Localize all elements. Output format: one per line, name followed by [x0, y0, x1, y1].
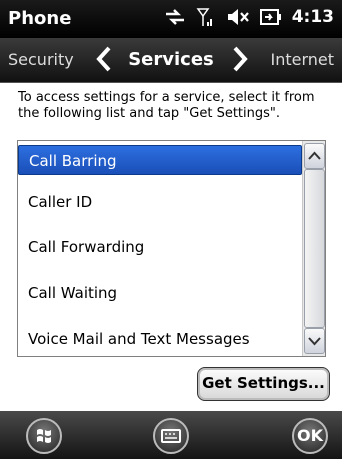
data-arrows-icon [164, 8, 186, 26]
scroll-down-button[interactable] [304, 328, 325, 354]
ok-button[interactable]: OK [292, 418, 328, 454]
status-bar: Phone 4:13 [0, 0, 342, 38]
list-item-voice-mail[interactable]: Voice Mail and Text Messages [18, 324, 302, 354]
services-list[interactable]: Call Barring Caller ID Call Forwarding C… [17, 140, 326, 357]
list-item-call-barring[interactable]: Call Barring [18, 145, 302, 175]
list-item-caller-id[interactable]: Caller ID [18, 187, 302, 217]
scroll-up-button[interactable] [304, 143, 325, 169]
chevron-right-icon[interactable] [232, 46, 248, 76]
windows-flag-icon[interactable] [26, 418, 62, 454]
clock[interactable]: 4:13 [292, 7, 334, 27]
instruction-text: To access settings for a service, select… [18, 90, 315, 121]
get-settings-button[interactable]: Get Settings... [197, 367, 330, 401]
speaker-muted-icon[interactable] [226, 7, 250, 27]
list-item-call-forwarding[interactable]: Call Forwarding [18, 232, 302, 262]
signal-icon [196, 7, 216, 27]
tab-internet[interactable]: Internet [270, 50, 334, 69]
tab-header: Security Services Internet [0, 38, 342, 83]
list-scrollbar[interactable] [302, 141, 325, 356]
battery-charging-icon[interactable] [259, 7, 282, 27]
status-icons: 4:13 [164, 7, 334, 27]
scroll-thumb[interactable] [304, 169, 325, 328]
keyboard-icon[interactable] [153, 418, 189, 454]
app-title: Phone [8, 8, 72, 29]
list-item-call-waiting[interactable]: Call Waiting [18, 278, 302, 308]
bottom-bar: OK [0, 411, 342, 459]
